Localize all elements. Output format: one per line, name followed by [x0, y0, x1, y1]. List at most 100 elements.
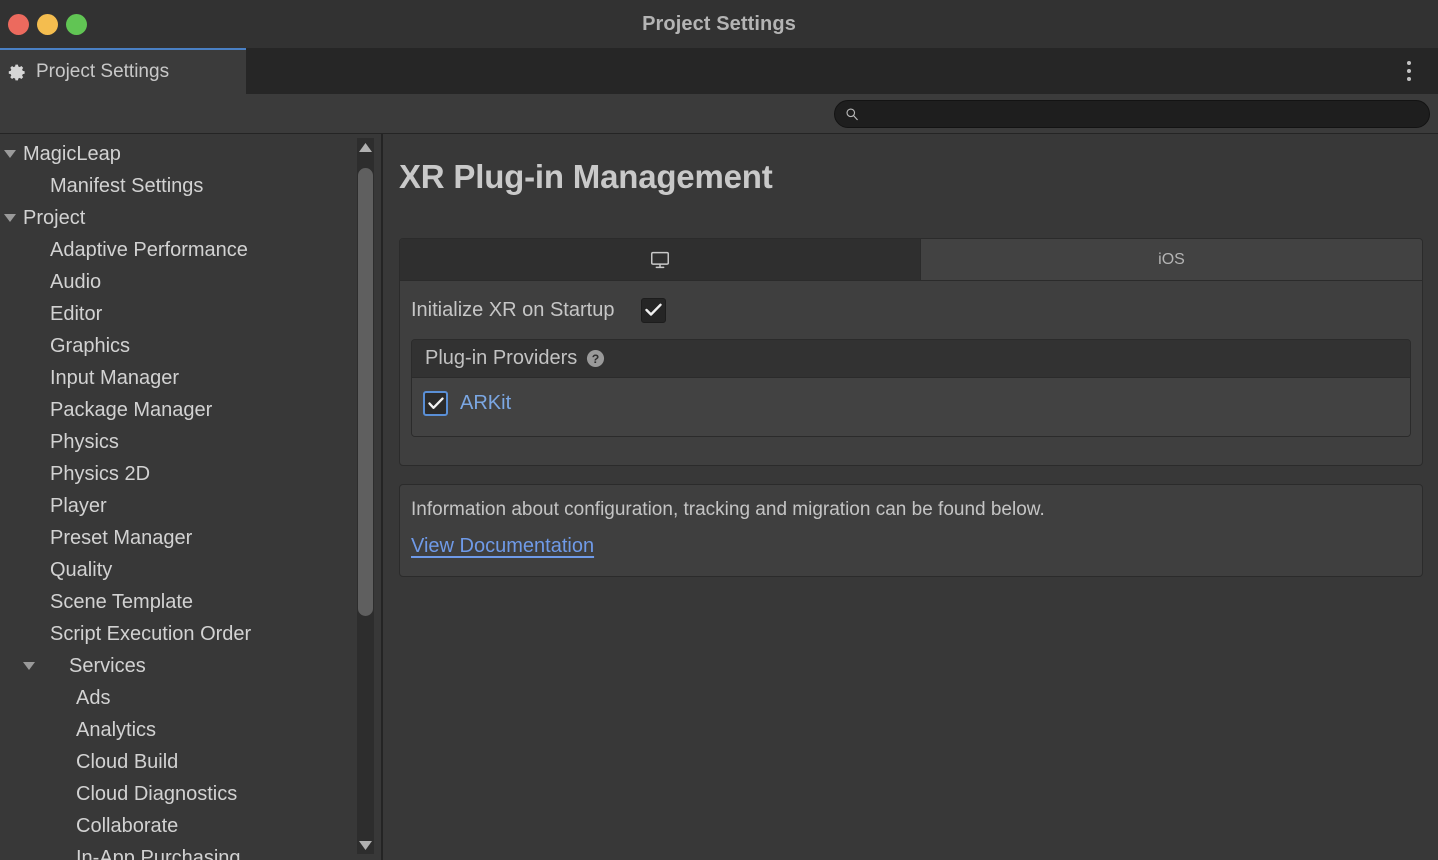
- kebab-dot: [1407, 61, 1411, 65]
- sidebar-item-project[interactable]: Project: [0, 202, 383, 234]
- view-documentation-link[interactable]: View Documentation: [411, 535, 594, 558]
- monitor-icon: [651, 251, 669, 268]
- sidebar-item-label: Adaptive Performance: [50, 238, 248, 261]
- chevron-down-icon[interactable]: [20, 662, 38, 670]
- sidebar-item-cloud-diagnostics[interactable]: Cloud Diagnostics: [0, 778, 383, 810]
- sidebar-item-scene-template[interactable]: Scene Template: [0, 586, 383, 618]
- xr-settings-panel: iOS Initialize XR on Startup Plug-in Pro…: [399, 238, 1423, 466]
- scrollbar-track[interactable]: [357, 156, 374, 836]
- initialize-xr-label: Initialize XR on Startup: [411, 298, 615, 321]
- chevron-down-icon[interactable]: [1, 214, 19, 222]
- traffic-light-group: [0, 13, 87, 35]
- provider-name: ARKit: [460, 391, 512, 414]
- settings-sidebar: MagicLeap Manifest Settings Project Adaptiv…: [0, 134, 383, 860]
- search-toolbar: [0, 94, 1438, 134]
- sidebar-item-input-manager[interactable]: Input Manager: [0, 362, 383, 394]
- sidebar-item-label: Scene Template: [50, 590, 194, 613]
- sidebar-item-audio[interactable]: Audio: [0, 266, 383, 298]
- sidebar-item-label: Player: [50, 494, 107, 517]
- provider-checkbox[interactable]: [423, 390, 448, 416]
- sidebar-divider: [381, 134, 383, 860]
- sidebar-item-label: Ads: [76, 686, 111, 709]
- sidebar-item-quality[interactable]: Quality: [0, 554, 383, 586]
- sidebar-scrollbar[interactable]: [357, 138, 374, 854]
- close-button[interactable]: [8, 13, 29, 35]
- sidebar-item-package-manager[interactable]: Package Manager: [0, 394, 383, 426]
- sidebar-item-label: Services: [69, 654, 146, 677]
- initialize-xr-checkbox[interactable]: [641, 297, 667, 323]
- sidebar-item-script-execution-order[interactable]: Script Execution Order: [0, 618, 383, 650]
- sidebar-item-services[interactable]: Services: [0, 650, 383, 682]
- main-body: MagicLeap Manifest Settings Project Adaptiv…: [0, 134, 1438, 860]
- sidebar-item-label: Preset Manager: [50, 526, 193, 549]
- help-icon[interactable]: ?: [586, 349, 605, 368]
- sidebar-item-cloud-build[interactable]: Cloud Build: [0, 746, 383, 778]
- platform-tab-desktop[interactable]: [400, 239, 921, 280]
- search-box[interactable]: [834, 99, 1430, 128]
- sidebar-item-collaborate[interactable]: Collaborate: [0, 810, 383, 842]
- checkmark-icon: [645, 303, 663, 316]
- settings-content: XR Plug-in Management iOS Initialize XR …: [383, 134, 1438, 860]
- sidebar-item-label: Project: [23, 206, 86, 229]
- sidebar-item-analytics[interactable]: Analytics: [0, 714, 383, 746]
- kebab-dot: [1407, 77, 1411, 81]
- sidebar-item-label: Cloud Build: [76, 750, 179, 773]
- sidebar-item-in-app-purchasing[interactable]: In-App Purchasing: [0, 842, 383, 860]
- sidebar-item-label: Input Manager: [50, 366, 179, 389]
- plugin-providers-panel: Plug-in Providers ? ARKit: [411, 339, 1411, 437]
- sidebar-item-label: Collaborate: [76, 814, 179, 837]
- page-title: XR Plug-in Management: [399, 158, 773, 195]
- tab-label: Project Settings: [36, 61, 170, 82]
- plugin-providers-list: ARKit: [412, 378, 1410, 436]
- editor-tabstrip: Project Settings: [0, 48, 1438, 94]
- scroll-up-arrow-icon[interactable]: [359, 138, 372, 156]
- xr-info-panel: Information about configuration, trackin…: [399, 484, 1423, 577]
- sidebar-item-label: Physics 2D: [50, 462, 151, 485]
- svg-text:?: ?: [592, 352, 600, 366]
- provider-row[interactable]: ARKit: [412, 386, 1410, 420]
- settings-tree: MagicLeap Manifest Settings Project Adaptiv…: [0, 134, 383, 860]
- sidebar-item-label: In-App Purchasing: [76, 846, 241, 860]
- sidebar-item-player[interactable]: Player: [0, 490, 383, 522]
- scroll-down-arrow-icon[interactable]: [359, 836, 372, 854]
- kebab-dot: [1407, 69, 1411, 73]
- checkmark-icon: [427, 396, 444, 409]
- plugin-providers-header: Plug-in Providers ?: [412, 340, 1410, 378]
- sidebar-item-graphics[interactable]: Graphics: [0, 330, 383, 362]
- sidebar-item-label: Audio: [50, 270, 102, 293]
- sidebar-item-preset-manager[interactable]: Preset Manager: [0, 522, 383, 554]
- initialize-xr-row: Initialize XR on Startup: [400, 281, 1422, 339]
- search-icon: [846, 107, 858, 120]
- sidebar-item-label: Cloud Diagnostics: [76, 782, 238, 805]
- sidebar-item-editor[interactable]: Editor: [0, 298, 383, 330]
- sidebar-item-label: Manifest Settings: [50, 174, 204, 197]
- sidebar-item-label: Quality: [50, 558, 113, 581]
- sidebar-item-label: Physics: [50, 430, 119, 453]
- platform-tab-ios[interactable]: iOS: [921, 239, 1422, 280]
- window-title: Project Settings: [642, 12, 796, 35]
- sidebar-item-label: Graphics: [50, 334, 131, 357]
- sidebar-item-label: Editor: [50, 302, 103, 325]
- more-options-icon[interactable]: [1394, 48, 1424, 94]
- sidebar-item-manifest-settings[interactable]: Manifest Settings: [0, 170, 383, 202]
- chevron-down-icon[interactable]: [1, 150, 19, 158]
- tab-project-settings[interactable]: Project Settings: [0, 48, 246, 94]
- sidebar-item-physics[interactable]: Physics: [0, 426, 383, 458]
- platform-tab-row: iOS: [400, 239, 1422, 281]
- sidebar-item-adaptive-performance[interactable]: Adaptive Performance: [0, 234, 383, 266]
- maximize-button[interactable]: [66, 13, 87, 35]
- sidebar-item-magicleap[interactable]: MagicLeap: [0, 138, 383, 170]
- sidebar-item-label: Package Manager: [50, 398, 213, 421]
- sidebar-item-label: Script Execution Order: [50, 622, 252, 645]
- sidebar-item-ads[interactable]: Ads: [0, 682, 383, 714]
- sidebar-item-label: Analytics: [76, 718, 157, 741]
- sidebar-item-physics-2d[interactable]: Physics 2D: [0, 458, 383, 490]
- window-titlebar: Project Settings: [0, 0, 1438, 48]
- sidebar-item-label: MagicLeap: [23, 142, 121, 165]
- plugin-providers-title: Plug-in Providers: [425, 347, 578, 369]
- scrollbar-thumb[interactable]: [358, 168, 373, 616]
- minimize-button[interactable]: [37, 13, 58, 35]
- search-input[interactable]: [866, 105, 1419, 122]
- platform-tab-ios-label: iOS: [1158, 250, 1185, 268]
- info-text: Information about configuration, trackin…: [411, 499, 1045, 520]
